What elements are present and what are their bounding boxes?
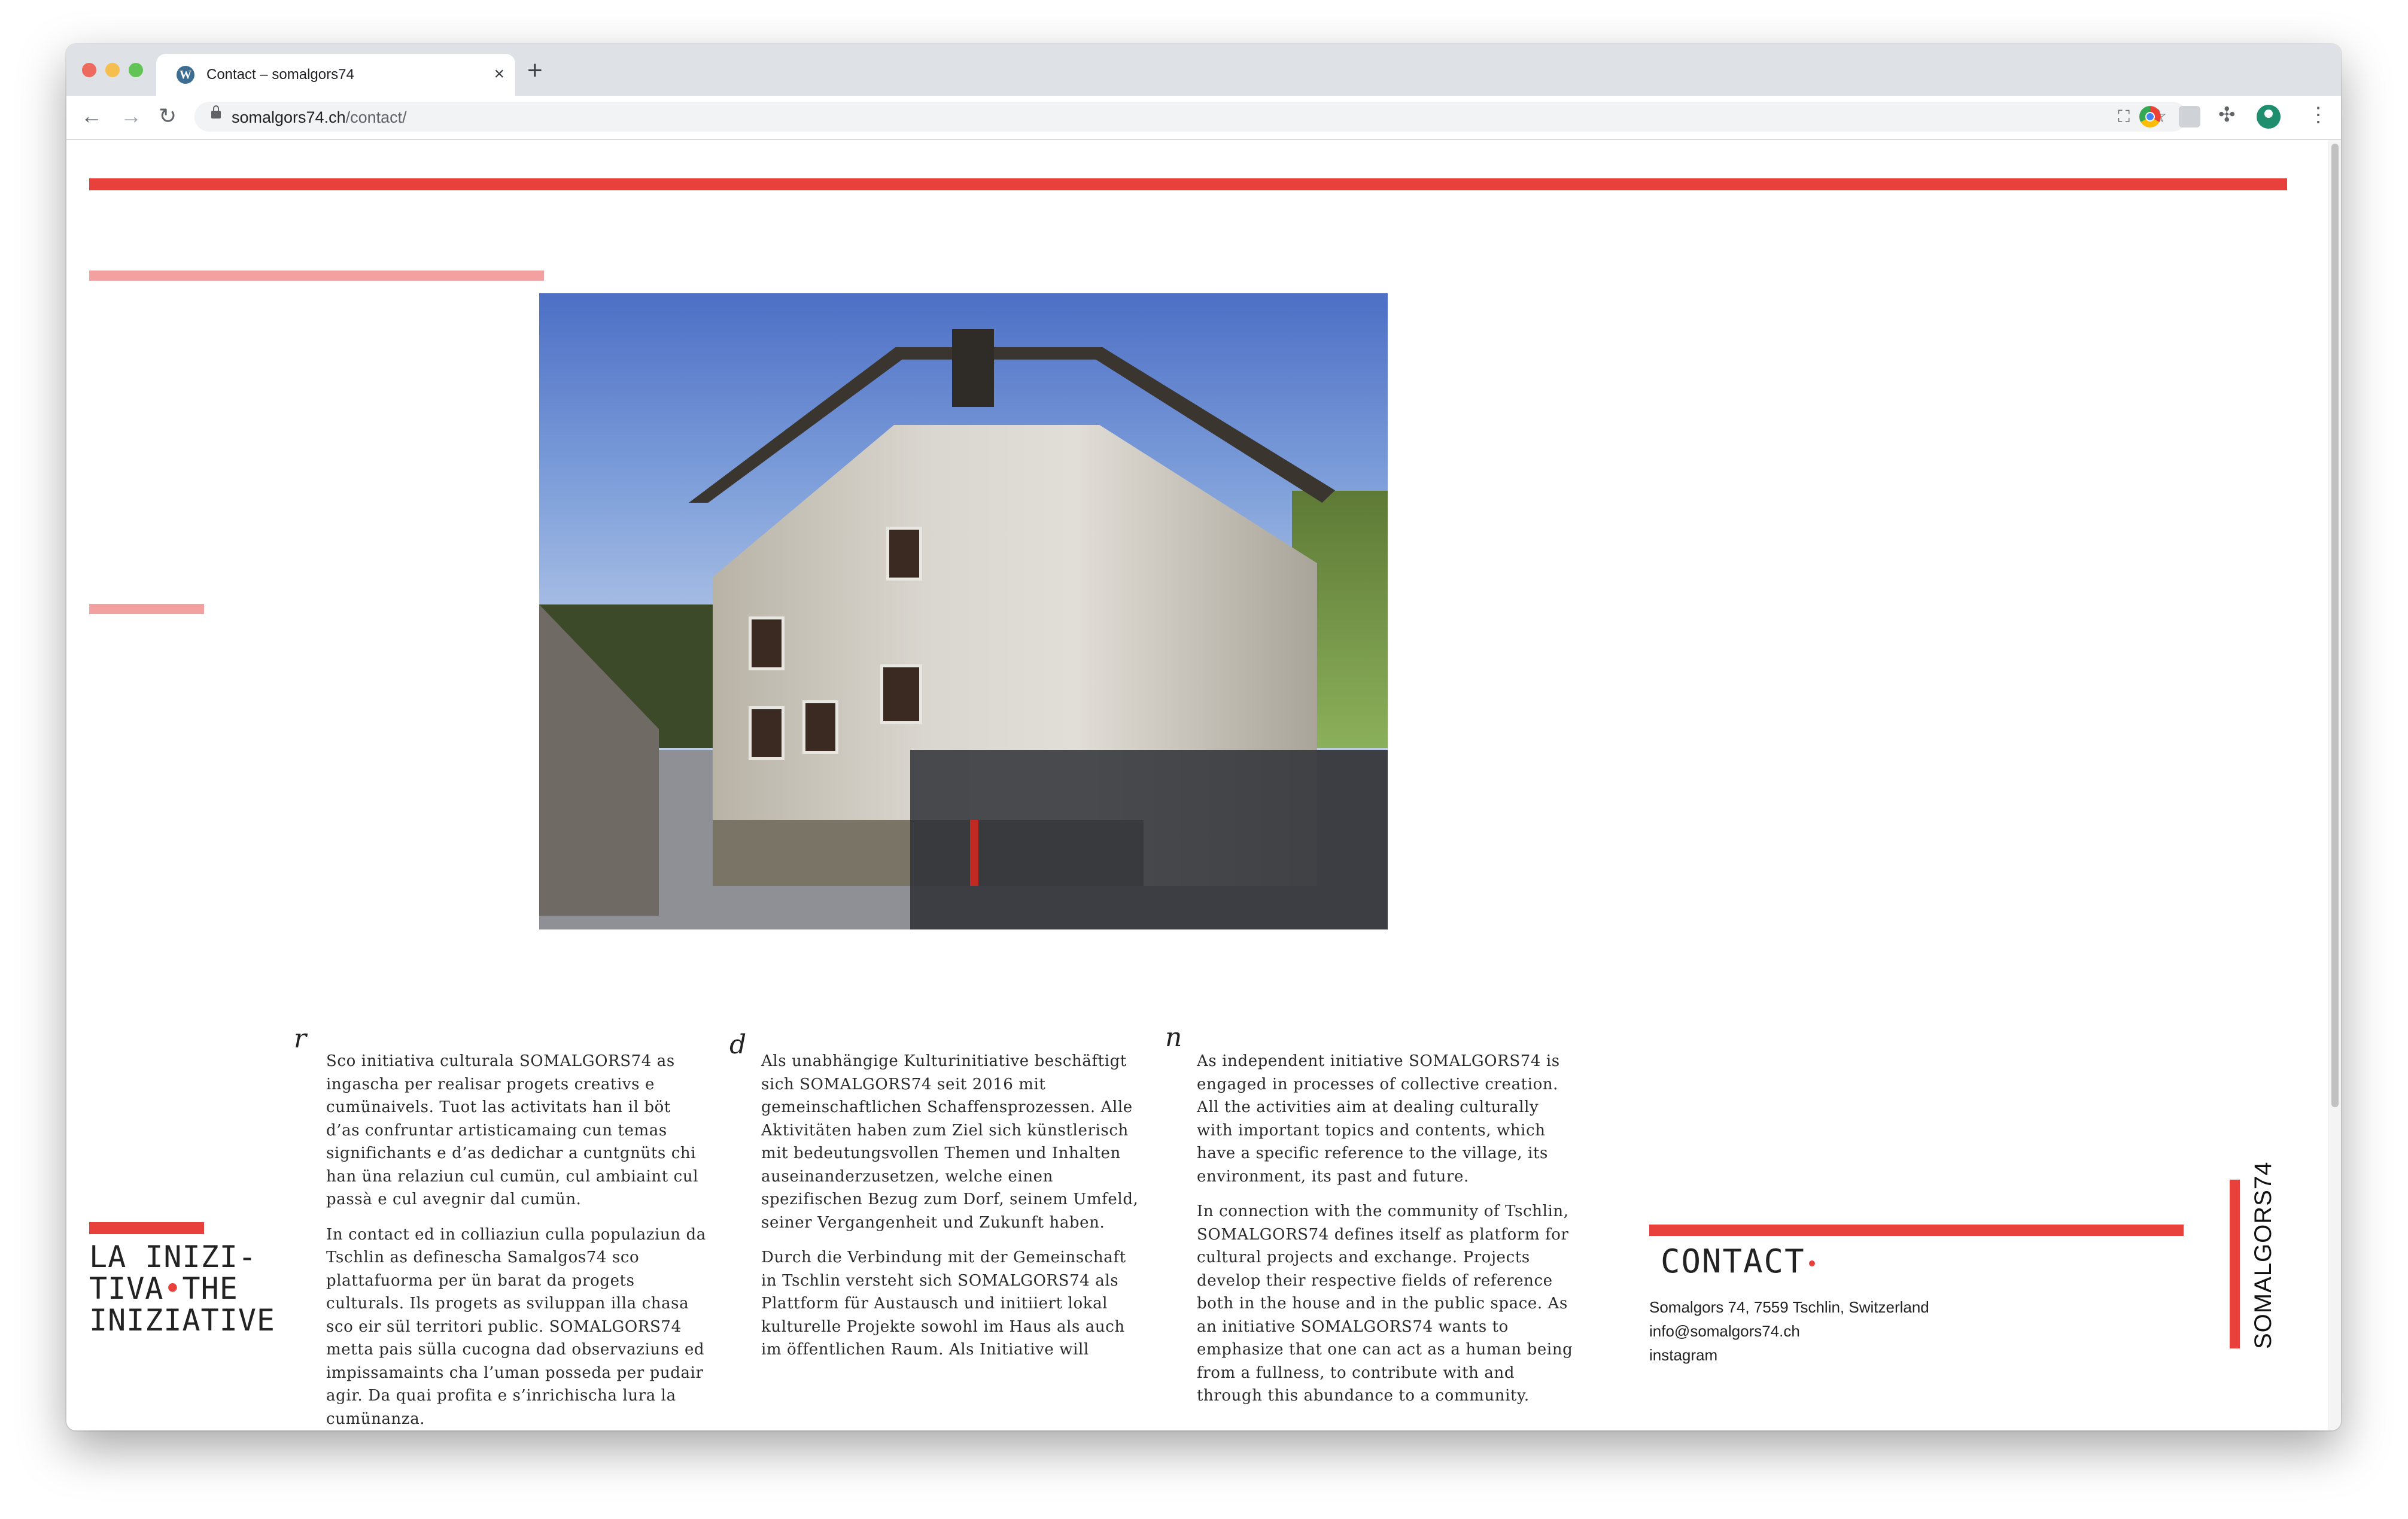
tab-bar: W Contact – somalgors74 × + [66, 44, 2341, 96]
paragraph: In contact ed in colliaziun culla popula… [326, 1225, 706, 1428]
back-arrow-icon[interactable]: ← [81, 104, 102, 128]
address-bar[interactable]: somalgors74.ch/contact/ ⛶ ☆ [194, 102, 2187, 132]
scrollbar-thumb[interactable] [2331, 144, 2339, 1107]
instagram-link[interactable]: instagram [1649, 1343, 1929, 1367]
contact-address: Somalgors 74, 7559 Tschlin, Switzerland [1649, 1298, 1929, 1316]
decorative-pink-rule [89, 271, 544, 281]
side-brand-label: SOMALGORS74 [2250, 1161, 2276, 1349]
house-photo [539, 293, 1388, 929]
paragraph: Durch die Verbindung mit der Gemeinschaf… [761, 1248, 1126, 1359]
browser-toolbar: ← → ↻ somalgors74.ch/contact/ ⛶ ☆ ✣ ⋮ [66, 96, 2341, 140]
paragraph: Sco initiativa culturala SOMALGORS74 as … [326, 1052, 699, 1208]
english-text-column: As independent initiative SOMALGORS74 is… [1197, 1050, 1580, 1420]
maximize-window-button[interactable] [129, 63, 143, 77]
page-viewport: r d n Sco initiativa culturala SOMALGORS… [66, 140, 2341, 1430]
translate-icon[interactable]: ⛶ [2118, 107, 2130, 126]
menu-icon[interactable]: ⋮ [2308, 103, 2328, 127]
decorative-pink-rule-short [89, 604, 204, 614]
header-red-rule [89, 178, 2287, 190]
side-red-rule [2230, 1180, 2240, 1348]
lock-icon[interactable] [211, 105, 221, 119]
contact-rule [1649, 1225, 2184, 1236]
german-text-column: Als unabhängige Kulturinitiative beschäf… [761, 1050, 1144, 1374]
new-tab-button[interactable]: + [527, 57, 543, 84]
avatar[interactable] [2257, 105, 2281, 129]
tab-title: Contact – somalgors74 [206, 66, 354, 83]
extension-icon[interactable] [2179, 106, 2200, 127]
romansh-text-column: Sco initiativa culturala SOMALGORS74 as … [326, 1050, 709, 1430]
close-window-button[interactable] [82, 63, 96, 77]
contact-heading: CONTACT [1661, 1242, 1815, 1280]
contact-details: Somalgors 74, 7559 Tschlin, Switzerland … [1649, 1295, 1929, 1367]
url-text[interactable]: somalgors74.ch/contact/ [232, 108, 407, 127]
scrollbar[interactable] [2328, 140, 2341, 1430]
paragraph: In connection with the community of Tsch… [1197, 1202, 1573, 1405]
browser-window: W Contact – somalgors74 × + ← → ↻ somalg… [66, 44, 2341, 1430]
romansh-column-mark: r [294, 1023, 307, 1054]
initiative-title: LA INIZI- TIVA•THE INIZIATIVE [89, 1239, 276, 1338]
reload-icon[interactable]: ↻ [159, 104, 177, 128]
english-column-mark: n [1165, 1022, 1182, 1053]
contact-email-link[interactable]: info@somalgors74.ch [1649, 1319, 1929, 1343]
wordpress-icon: W [177, 66, 194, 84]
puzzle-icon[interactable]: ✣ [2218, 103, 2236, 127]
paragraph: As independent initiative SOMALGORS74 is… [1197, 1052, 1560, 1186]
tab-contact[interactable]: W Contact – somalgors74 × [156, 54, 515, 96]
forward-arrow-icon[interactable]: → [120, 104, 142, 128]
minimize-window-button[interactable] [105, 63, 120, 77]
initiative-title-rule [89, 1222, 204, 1234]
close-tab-icon[interactable]: × [494, 63, 504, 85]
german-column-mark: d [729, 1029, 747, 1060]
chrome-extension-icon[interactable] [2139, 106, 2161, 127]
red-dot-icon [1808, 1260, 1815, 1267]
paragraph: Als unabhängige Kulturinitiative beschäf… [761, 1052, 1139, 1232]
